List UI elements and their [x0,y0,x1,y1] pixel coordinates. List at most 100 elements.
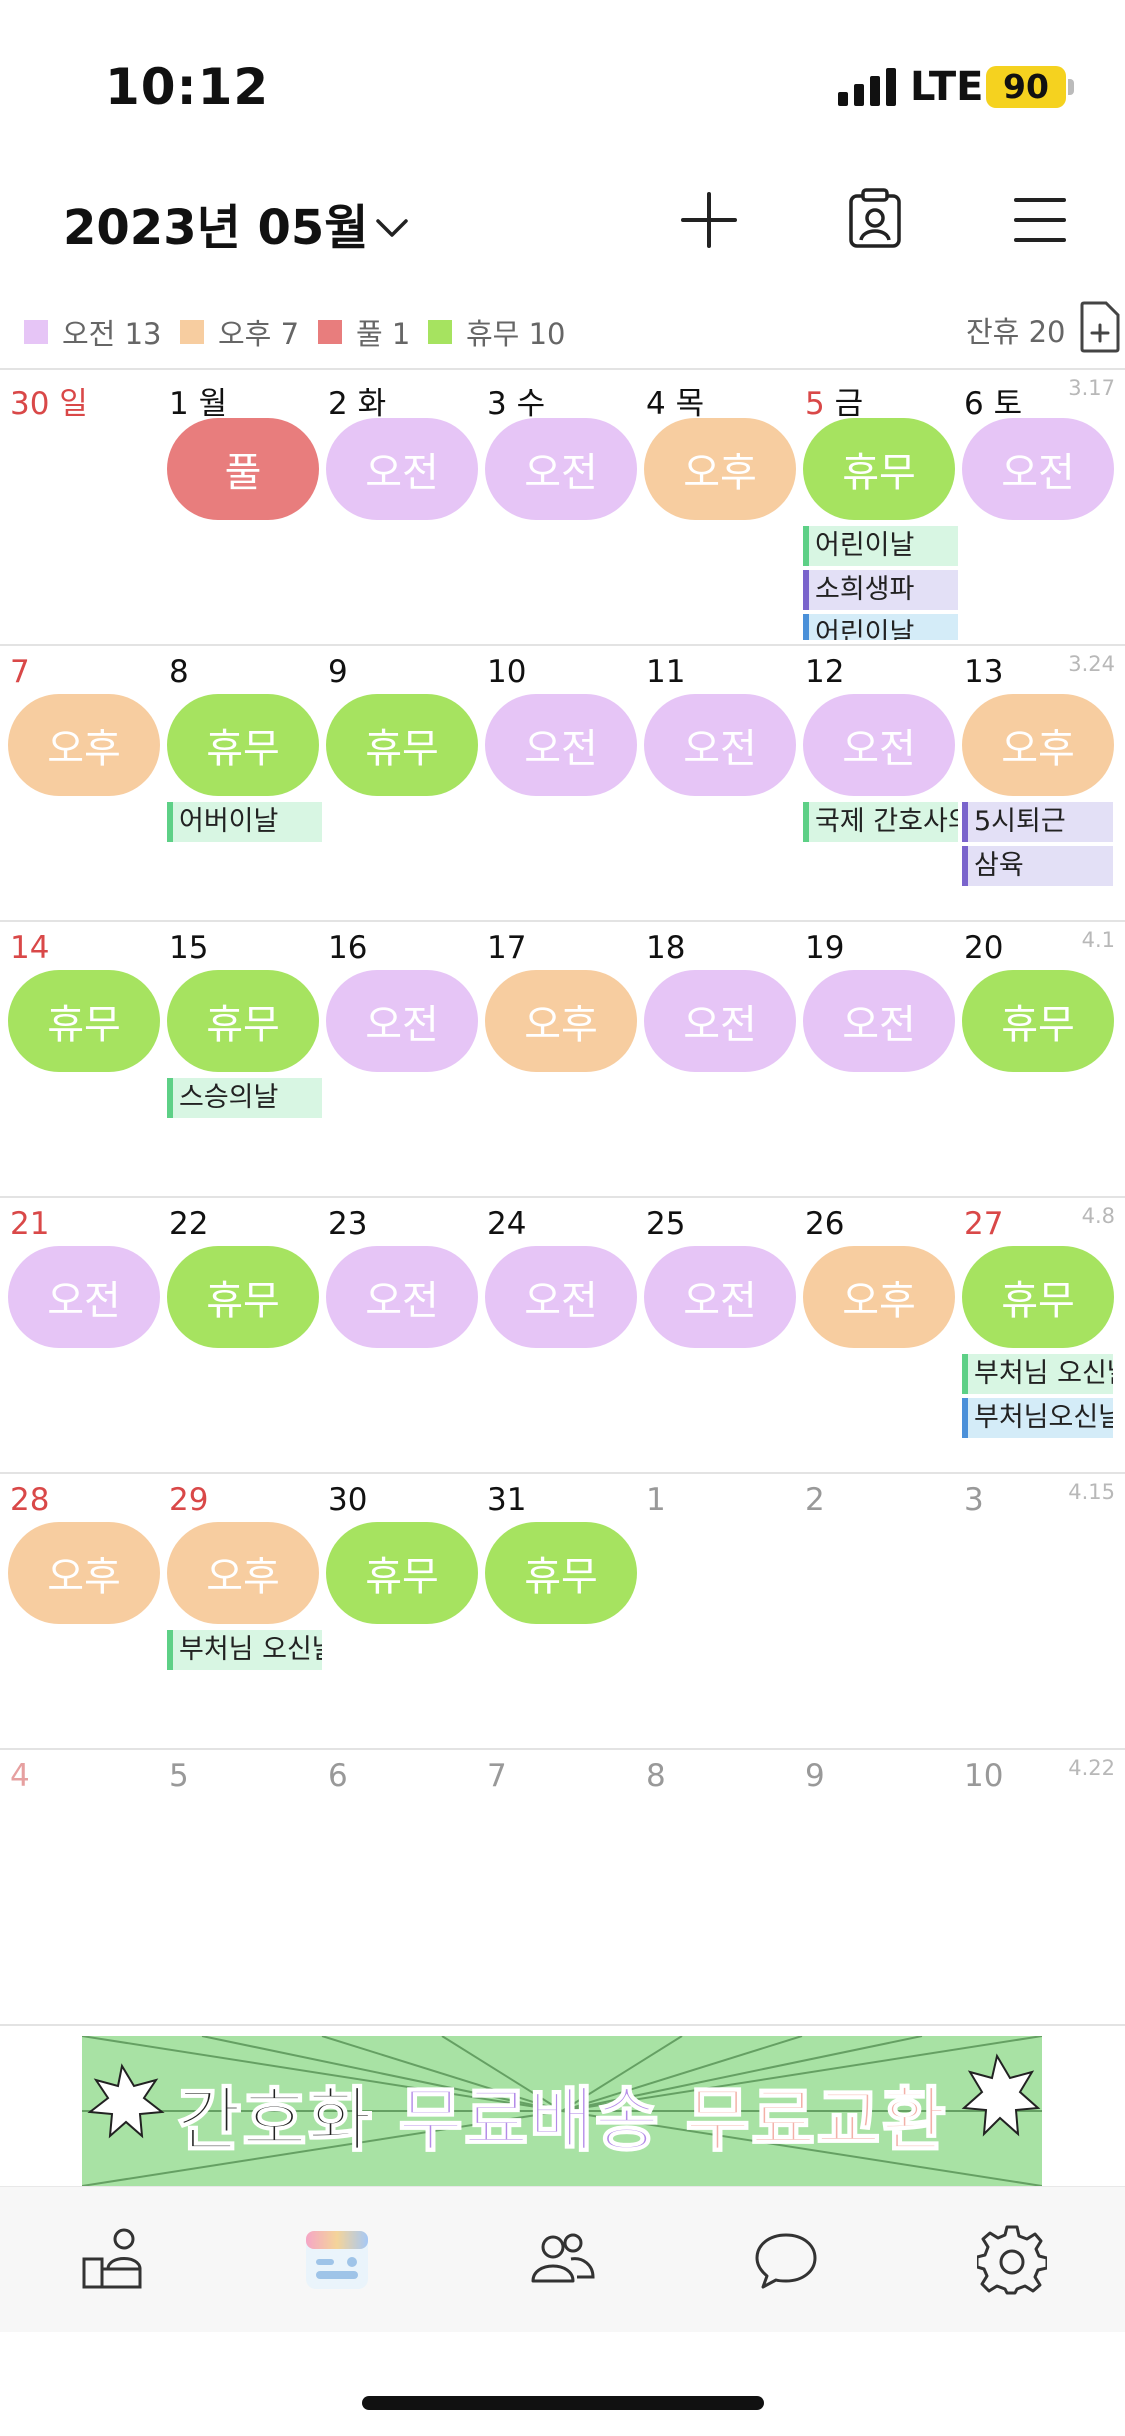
shift-pill[interactable]: 오전 [8,1246,160,1348]
month-title[interactable]: 2023년 05월 [63,188,368,258]
event-chip[interactable]: 삼육 [962,846,1113,886]
event-chip[interactable]: 부처님 오신날 [962,1354,1113,1394]
shift-pill[interactable]: 오전 [485,694,637,796]
calendar-day-cell[interactable]: 2 [799,1474,958,1748]
calendar-day-cell[interactable]: 10 오전 [481,646,640,920]
calendar-day-cell[interactable]: 16 오전 [322,922,481,1196]
shift-pill[interactable]: 휴무 [326,694,478,796]
shift-pill[interactable]: 오후 [803,1246,955,1348]
calendar-day-cell[interactable]: 7 [481,1750,640,2024]
shift-pill[interactable]: 오전 [803,694,955,796]
calendar-day-cell[interactable]: 9 [799,1750,958,2024]
shift-pill[interactable]: 오전 [644,1246,796,1348]
person-desk-icon[interactable] [78,2225,148,2295]
shift-pill[interactable]: 휴무 [167,970,319,1072]
calendar-day-cell[interactable]: 21 오전 [4,1198,163,1472]
calendar-day-cell[interactable]: 9 휴무 [322,646,481,920]
shift-pill[interactable]: 오전 [326,970,478,1072]
legend-label: 오후 7 [218,317,300,351]
calendar-day-cell[interactable]: 4 목 오후 [640,370,799,644]
event-chip[interactable]: 어버이날 [167,802,322,842]
shift-pill[interactable]: 휴무 [962,1246,1114,1348]
calendar-day-cell[interactable]: 23 오전 [322,1198,481,1472]
shift-pill[interactable]: 오전 [326,1246,478,1348]
calendar-day-cell[interactable]: 5 금 휴무 어린이날 소희생파 어린이날 [799,370,958,644]
shift-pill[interactable]: 오전 [644,694,796,796]
calendar-day-cell[interactable]: 10 [958,1750,1117,2024]
calendar-day-cell[interactable]: 3 수 오전 [481,370,640,644]
calendar-day-cell[interactable]: 31 휴무 [481,1474,640,1748]
shift-pill[interactable]: 오후 [8,694,160,796]
event-chip[interactable]: 5시퇴근 [962,802,1113,842]
shift-pill[interactable]: 오전 [485,1246,637,1348]
calendar-day-cell[interactable]: 8 휴무 어버이날 [163,646,322,920]
calendar-day-cell[interactable]: 3 [958,1474,1117,1748]
calendar-day-cell[interactable]: 25 오전 [640,1198,799,1472]
calendar-day-cell[interactable]: 18 오전 [640,922,799,1196]
document-plus-icon[interactable] [1078,300,1122,354]
gear-icon[interactable] [977,2225,1047,2295]
calendar-day-cell[interactable]: 14 휴무 [4,922,163,1196]
shift-pill[interactable]: 휴무 [167,1246,319,1348]
calendar-day-cell[interactable]: 7 오후 [4,646,163,920]
shift-pill[interactable]: 오전 [644,970,796,1072]
calendar-day-cell[interactable]: 20 휴무 [958,922,1117,1196]
calendar-day-cell[interactable]: 5 [163,1750,322,2024]
shift-pill[interactable]: 오후 [167,1522,319,1624]
plus-icon[interactable] [673,184,745,256]
calendar-day-cell[interactable]: 26 오후 [799,1198,958,1472]
shift-pill[interactable]: 휴무 [962,970,1114,1072]
event-chip[interactable]: 국제 간호사의날 [803,802,958,842]
calendar-day-cell[interactable]: 13 오후 5시퇴근 삼육 [958,646,1117,920]
calendar-day-cell[interactable]: 6 [322,1750,481,2024]
day-label: 4 [10,1758,30,1794]
shift-pill[interactable]: 오후 [485,970,637,1072]
shift-pill[interactable]: 휴무 [803,418,955,520]
calendar-day-cell[interactable]: 17 오후 [481,922,640,1196]
calendar-day-cell[interactable]: 6 토 오전 [958,370,1117,644]
shift-pill[interactable]: 오전 [962,418,1114,520]
calendar-day-cell[interactable]: 2 화 오전 [322,370,481,644]
calendar-day-cell[interactable]: 30 휴무 [322,1474,481,1748]
calendar-day-cell[interactable]: 28 오후 [4,1474,163,1748]
legend-item-afternoon: 오후 7 [180,310,299,354]
calendar-day-cell[interactable]: 19 오전 [799,922,958,1196]
calendar-day-cell[interactable]: 30 일 [4,370,163,644]
shift-pill[interactable]: 휴무 [485,1522,637,1624]
shift-pill[interactable]: 오후 [962,694,1114,796]
shift-pill[interactable]: 휴무 [8,970,160,1072]
calendar-day-cell[interactable]: 1 월풀 [163,370,322,644]
people-icon[interactable] [527,2225,597,2295]
shift-pill[interactable]: 휴무 [326,1522,478,1624]
ad-banner[interactable]: 간호화 무료배송 무료교환 [82,2036,1042,2186]
event-chip[interactable]: 스승의날 [167,1078,322,1118]
calendar-day-cell[interactable]: 27 휴무부처님 오신날부처님오신날 [958,1198,1117,1472]
shift-pill[interactable]: 오전 [326,418,478,520]
chevron-down-icon[interactable] [372,208,412,248]
calendar-day-cell[interactable]: 8 [640,1750,799,2024]
event-chip[interactable]: 부처님 오신날 [167,1630,322,1670]
shift-pill[interactable]: 오전 [485,418,637,520]
calendar-day-cell[interactable]: 11 오전 [640,646,799,920]
hamburger-menu-icon[interactable] [1004,184,1076,256]
shift-pill[interactable]: 오전 [803,970,955,1072]
event-chip[interactable]: 부처님오신날 [962,1398,1113,1438]
id-badge-icon[interactable] [839,184,911,256]
shift-pill[interactable]: 오후 [8,1522,160,1624]
event-chip[interactable]: 어린이날 [803,526,958,566]
calendar-day-cell[interactable]: 22 휴무 [163,1198,322,1472]
calendar-day-cell[interactable]: 29 오후 부처님 오신날 [163,1474,322,1748]
shift-pill[interactable]: 풀 [167,418,319,520]
calendar-day-cell[interactable]: 15 휴무 스승의날 [163,922,322,1196]
event-chip[interactable]: 어린이날 [803,614,958,640]
calendar-day-cell[interactable]: 12 오전국제 간호사의날 [799,646,958,920]
calendar-day-cell[interactable]: 1 [640,1474,799,1748]
event-chip[interactable]: 소희생파 [803,570,958,610]
calendar-icon[interactable] [302,2225,372,2295]
chat-bubble-icon[interactable] [751,2225,821,2295]
day-label: 9 [328,654,348,690]
shift-pill[interactable]: 오후 [644,418,796,520]
calendar-day-cell[interactable]: 4 [4,1750,163,2024]
calendar-day-cell[interactable]: 24 오전 [481,1198,640,1472]
shift-pill[interactable]: 휴무 [167,694,319,796]
